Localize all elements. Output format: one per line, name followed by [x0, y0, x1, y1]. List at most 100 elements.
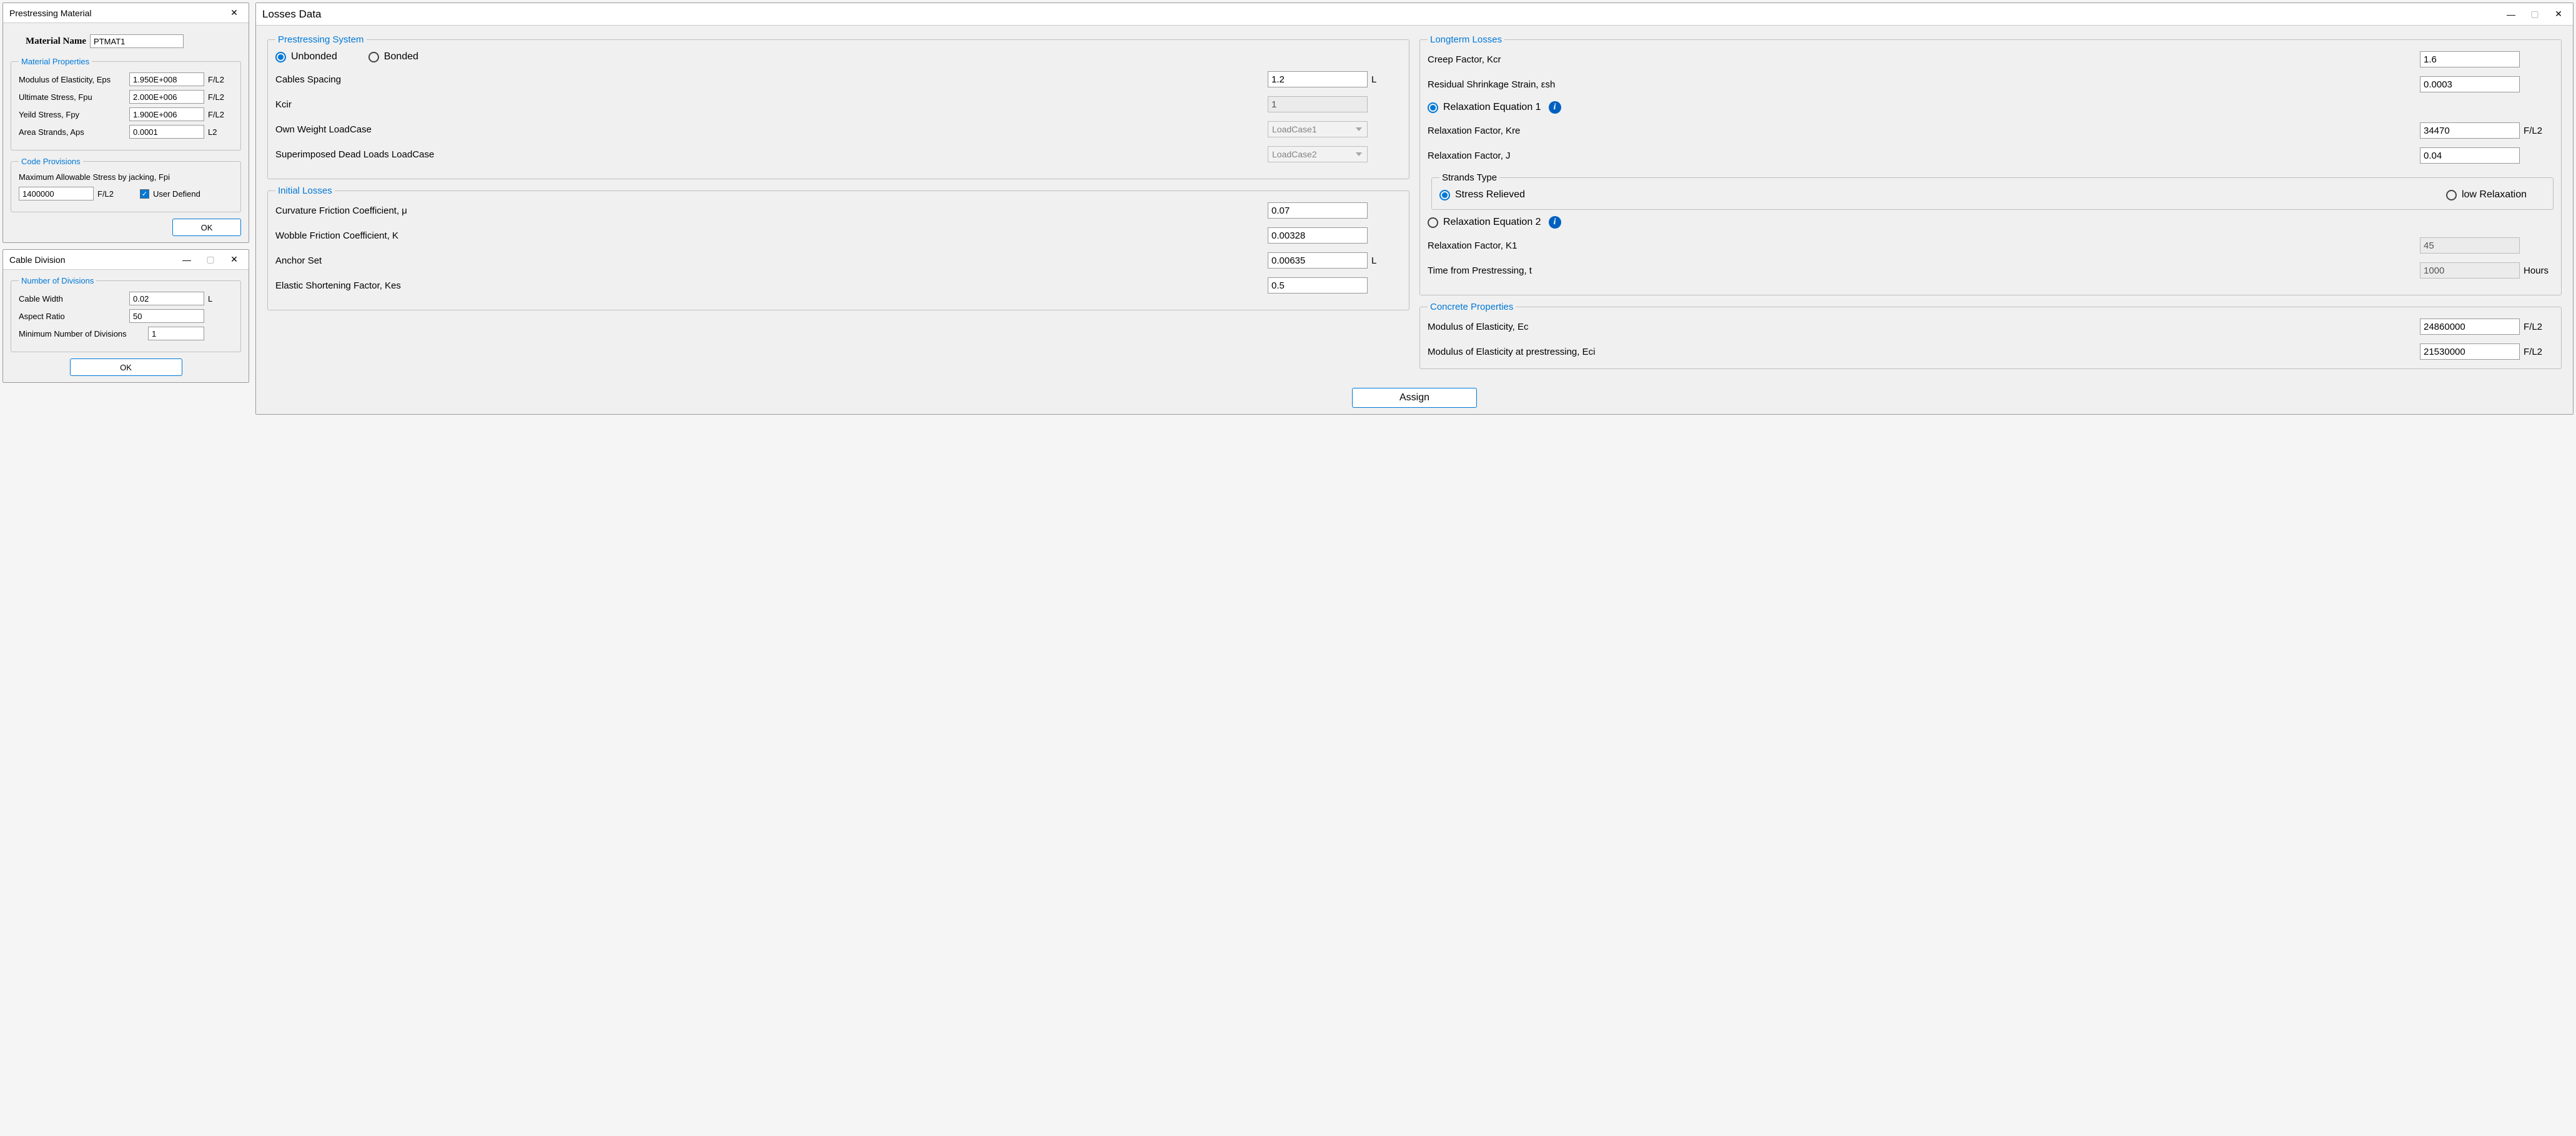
kre-field[interactable]	[2420, 122, 2520, 139]
time-t-field	[2420, 262, 2520, 279]
esh-field[interactable]	[2420, 76, 2520, 92]
aspect-ratio-label: Aspect Ratio	[19, 312, 126, 321]
dialog-title: Cable Division	[9, 255, 175, 265]
wobble-k-field[interactable]	[1268, 227, 1368, 244]
code-provisions-legend: Code Provisions	[19, 157, 83, 166]
losses-data-dialog: Losses Data — ▢ ✕ Prestressing System Un…	[255, 2, 2574, 415]
eps-unit: F/L2	[208, 75, 233, 84]
close-icon[interactable]: ✕	[222, 4, 246, 22]
min-divisions-label: Minimum Number of Divisions	[19, 329, 144, 338]
own-weight-select: LoadCase1	[1268, 121, 1368, 137]
esh-label: Residual Shrinkage Strain, εsh	[1428, 79, 2416, 90]
concrete-properties-legend: Concrete Properties	[1428, 302, 1516, 312]
unbonded-radio[interactable]: Unbonded	[275, 51, 337, 62]
mu-label: Curvature Friction Coefficient, μ	[275, 205, 1264, 216]
maximize-icon: ▢	[2523, 6, 2547, 23]
close-icon[interactable]: ✕	[2547, 6, 2570, 23]
ec-field[interactable]	[2420, 319, 2520, 335]
time-t-unit: Hours	[2524, 265, 2554, 276]
material-properties-group: Material Properties Modulus of Elasticit…	[11, 57, 241, 151]
user-defined-label: User Defiend	[153, 189, 200, 199]
close-icon[interactable]: ✕	[222, 251, 246, 269]
dialog-title: Prestressing Material	[9, 8, 222, 18]
superimposed-label: Superimposed Dead Loads LoadCase	[275, 149, 1264, 160]
kes-label: Elastic Shortening Factor, Kes	[275, 280, 1264, 291]
fpi-unit: F/L2	[97, 189, 122, 199]
anchor-set-field[interactable]	[1268, 252, 1368, 269]
dialog-title: Losses Data	[262, 8, 2499, 21]
bonded-radio[interactable]: Bonded	[368, 51, 418, 62]
relaxation-eq1-radio[interactable]: Relaxation Equation 1	[1428, 102, 1541, 113]
ec-unit: F/L2	[2524, 322, 2554, 332]
fpi-field[interactable]	[19, 187, 94, 200]
material-name-label: Material Name	[26, 36, 86, 47]
anchor-set-label: Anchor Set	[275, 255, 1264, 266]
relaxation-eq2-label: Relaxation Equation 2	[1443, 217, 1541, 228]
kre-label: Relaxation Factor, Kre	[1428, 126, 2416, 136]
user-defined-checkbox[interactable]: ✓ User Defiend	[140, 189, 200, 199]
cables-spacing-label: Cables Spacing	[275, 74, 1264, 85]
material-name-field[interactable]	[90, 34, 184, 48]
fpy-field[interactable]	[129, 107, 204, 121]
eci-label: Modulus of Elasticity at prestressing, E…	[1428, 347, 2416, 357]
anchor-set-unit: L	[1371, 255, 1401, 266]
eps-field[interactable]	[129, 72, 204, 86]
fpu-unit: F/L2	[208, 92, 233, 102]
material-properties-legend: Material Properties	[19, 57, 92, 66]
radio-icon	[1439, 190, 1450, 200]
longterm-losses-group: Longterm Losses Creep Factor, Kcr Residu…	[1419, 34, 2562, 295]
fpu-field[interactable]	[129, 90, 204, 104]
code-provisions-group: Code Provisions Maximum Allowable Stress…	[11, 157, 241, 212]
info-icon[interactable]: i	[1549, 101, 1561, 114]
assign-button[interactable]: Assign	[1352, 388, 1477, 408]
check-icon: ✓	[140, 189, 149, 199]
eci-unit: F/L2	[2524, 347, 2554, 357]
low-relaxation-radio[interactable]: low Relaxation	[2446, 189, 2527, 200]
cable-width-field[interactable]	[129, 292, 204, 305]
j-field[interactable]	[2420, 147, 2520, 164]
ec-label: Modulus of Elasticity, Ec	[1428, 322, 2416, 332]
ok-button[interactable]: OK	[70, 358, 182, 376]
number-of-divisions-group: Number of Divisions Cable Width L Aspect…	[11, 276, 241, 352]
mu-field[interactable]	[1268, 202, 1368, 219]
info-icon[interactable]: i	[1549, 216, 1561, 229]
radio-icon	[1428, 217, 1438, 228]
stress-relieved-radio[interactable]: Stress Relieved	[1439, 189, 1525, 200]
own-weight-label: Own Weight LoadCase	[275, 124, 1264, 135]
cables-spacing-unit: L	[1371, 74, 1401, 85]
time-t-label: Time from Prestressing, t	[1428, 265, 2416, 276]
aspect-ratio-field[interactable]	[129, 309, 204, 323]
relaxation-eq1-label: Relaxation Equation 1	[1443, 102, 1541, 113]
aps-field[interactable]	[129, 125, 204, 139]
radio-icon	[2446, 190, 2457, 200]
stress-relieved-label: Stress Relieved	[1455, 189, 1525, 200]
kcr-field[interactable]	[2420, 51, 2520, 67]
eci-field[interactable]	[2420, 343, 2520, 360]
titlebar: Prestressing Material ✕	[3, 3, 249, 23]
kcir-field	[1268, 96, 1368, 112]
cable-width-unit: L	[208, 294, 233, 304]
prestressing-material-dialog: Prestressing Material ✕ Material Name Ma…	[2, 2, 249, 243]
cable-width-label: Cable Width	[19, 294, 126, 304]
cable-division-dialog: Cable Division — ▢ ✕ Number of Divisions…	[2, 249, 249, 383]
minimize-icon[interactable]: —	[175, 251, 199, 269]
titlebar: Cable Division — ▢ ✕	[3, 250, 249, 270]
initial-losses-legend: Initial Losses	[275, 185, 335, 196]
radio-icon	[368, 52, 379, 62]
k1-label: Relaxation Factor, K1	[1428, 240, 2416, 251]
bonded-label: Bonded	[384, 51, 418, 62]
kes-field[interactable]	[1268, 277, 1368, 294]
min-divisions-field[interactable]	[148, 327, 204, 340]
minimize-icon[interactable]: —	[2499, 6, 2523, 23]
kcr-label: Creep Factor, Kcr	[1428, 54, 2416, 65]
radio-icon	[275, 52, 286, 62]
j-label: Relaxation Factor, J	[1428, 151, 2416, 161]
cables-spacing-field[interactable]	[1268, 71, 1368, 87]
relaxation-eq2-radio[interactable]: Relaxation Equation 2	[1428, 217, 1541, 228]
maximize-icon: ▢	[199, 251, 222, 269]
fpi-label: Maximum Allowable Stress by jacking, Fpi	[19, 172, 233, 182]
ok-button[interactable]: OK	[172, 219, 241, 236]
fpy-unit: F/L2	[208, 110, 233, 119]
strands-type-group: Strands Type Stress Relieved low Relaxat…	[1431, 172, 2554, 210]
superimposed-select: LoadCase2	[1268, 146, 1368, 162]
